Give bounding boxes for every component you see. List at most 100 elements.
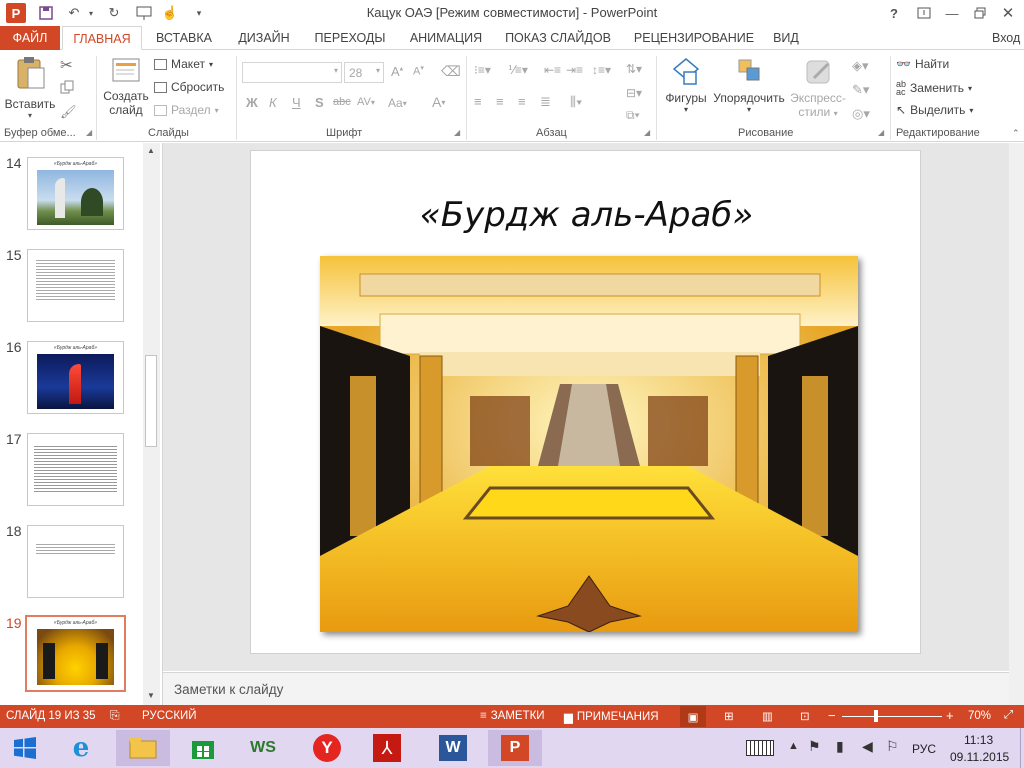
shape-effects-icon[interactable]: ◎▾: [852, 106, 870, 122]
tab-file[interactable]: ФАЙЛ: [0, 26, 60, 50]
notes-toggle[interactable]: ≡ ЗАМЕТКИ: [480, 710, 545, 722]
shadow-button[interactable]: S: [315, 95, 324, 110]
layout-button[interactable]: Макет ▾: [154, 57, 213, 71]
quick-styles-button[interactable]: Экспресс- стили ▾: [788, 56, 848, 122]
tab-animation[interactable]: АНИМАЦИЯ: [402, 26, 490, 50]
slide-title[interactable]: «Бурдж аль-Араб»: [251, 195, 922, 235]
internet-explorer-icon[interactable]: e: [58, 730, 104, 766]
show-desktop-button[interactable]: [1020, 728, 1024, 768]
justify-icon[interactable]: ≣: [540, 94, 551, 110]
columns-icon[interactable]: ⫼▾: [570, 94, 582, 110]
arrange-button[interactable]: Упорядочить ▾: [712, 56, 786, 122]
paste-button[interactable]: Вставить ▾: [4, 56, 56, 120]
thumbnails-scrollbar[interactable]: ▲ ▼: [143, 143, 160, 705]
yandex-browser-icon[interactable]: Y: [304, 730, 350, 766]
wps-writer-icon[interactable]: WS: [240, 730, 286, 766]
word-icon[interactable]: W: [430, 730, 476, 766]
show-hidden-icons[interactable]: ▲: [788, 740, 799, 752]
touch-keyboard-icon[interactable]: [746, 740, 774, 756]
find-button[interactable]: 👓 Найти: [896, 57, 949, 71]
restore-icon[interactable]: [970, 3, 990, 23]
slide-thumbnail-18[interactable]: [27, 525, 124, 598]
slide-sorter-icon[interactable]: ⊞: [724, 709, 734, 723]
italic-button[interactable]: К: [269, 95, 277, 110]
change-case-button[interactable]: Aa ▾: [388, 96, 407, 110]
tab-view[interactable]: ВИД: [768, 26, 804, 50]
zoom-out-icon[interactable]: −: [828, 708, 836, 723]
format-painter-icon[interactable]: 🖌: [60, 104, 77, 120]
increase-font-icon[interactable]: A▴: [391, 64, 403, 79]
reading-view-icon[interactable]: ▥: [762, 709, 773, 723]
clipboard-launcher-icon[interactable]: ◢: [86, 128, 92, 137]
comments-toggle[interactable]: ▆ ПРИМЕЧАНИЯ: [564, 710, 659, 724]
align-text-icon[interactable]: ⊟▾: [626, 86, 642, 100]
network-icon[interactable]: ▮: [836, 738, 844, 755]
shape-fill-icon[interactable]: ◈▾: [852, 58, 869, 74]
language-indicator[interactable]: РУССКИЙ: [142, 710, 197, 722]
align-right-icon[interactable]: ≡: [518, 94, 526, 109]
bullets-icon[interactable]: ⁝≡▾: [474, 63, 491, 77]
align-left-icon[interactable]: ≡: [474, 94, 482, 109]
ribbon-display-options-icon[interactable]: [914, 3, 934, 23]
store-icon[interactable]: [180, 730, 226, 766]
cut-icon[interactable]: ✂: [60, 56, 73, 74]
tab-insert[interactable]: ВСТАВКА: [150, 26, 218, 50]
scroll-down-icon[interactable]: ▼: [147, 691, 155, 700]
spell-check-icon[interactable]: ⎘: [110, 708, 120, 723]
powerpoint-taskbar-icon[interactable]: P: [488, 730, 542, 766]
notes-pane[interactable]: Заметки к слайду: [163, 672, 1009, 705]
slide-thumbnail-17[interactable]: [27, 433, 124, 506]
minimize-icon[interactable]: —: [942, 3, 962, 23]
zoom-slider-thumb[interactable]: [874, 710, 878, 722]
sign-in-link[interactable]: Вход: [992, 26, 1024, 50]
font-launcher-icon[interactable]: ◢: [454, 128, 460, 137]
slideshow-view-icon[interactable]: ⊡: [800, 709, 810, 723]
fit-to-window-icon[interactable]: ⤢: [1004, 709, 1013, 722]
slide-picture[interactable]: [320, 256, 858, 632]
shape-outline-icon[interactable]: ✎▾: [852, 82, 869, 98]
line-spacing-icon[interactable]: ↕≡▾: [592, 63, 611, 77]
current-slide[interactable]: «Бурдж аль-Араб»: [250, 150, 921, 654]
file-explorer-icon[interactable]: [116, 730, 170, 766]
action-center-icon[interactable]: ⚑: [808, 738, 821, 755]
zoom-level[interactable]: 70%: [968, 710, 991, 722]
drawing-launcher-icon[interactable]: ◢: [878, 128, 884, 137]
flag-icon[interactable]: ⚐: [886, 738, 899, 755]
strikethrough-button[interactable]: abc: [333, 96, 351, 108]
zoom-slider[interactable]: [842, 710, 942, 722]
decrease-indent-icon[interactable]: ⇤≡: [544, 63, 561, 77]
start-button[interactable]: [2, 730, 48, 766]
scroll-up-icon[interactable]: ▲: [147, 146, 155, 155]
replace-button[interactable]: ab ac Заменить ▾: [896, 80, 972, 97]
zoom-in-icon[interactable]: +: [946, 708, 954, 723]
help-icon[interactable]: ?: [884, 3, 904, 23]
char-spacing-button[interactable]: AV ▾: [357, 96, 375, 108]
collapse-ribbon-icon[interactable]: ⌃: [1012, 128, 1020, 139]
close-icon[interactable]: ✕: [998, 3, 1018, 23]
volume-icon[interactable]: ◀: [862, 738, 873, 755]
paragraph-launcher-icon[interactable]: ◢: [644, 128, 650, 137]
shapes-button[interactable]: Фигуры ▾: [662, 56, 710, 122]
copy-icon[interactable]: [60, 80, 74, 97]
slide-thumbnail-16[interactable]: «Бурдж аль-Араб»: [27, 341, 124, 414]
slide-thumbnail-19[interactable]: «Бурдж аль-Араб»: [25, 615, 126, 692]
tab-transitions[interactable]: ПЕРЕХОДЫ: [310, 26, 390, 50]
tab-design[interactable]: ДИЗАЙН: [230, 26, 298, 50]
new-slide-button[interactable]: Создать слайд: [102, 56, 150, 122]
reset-button[interactable]: Сбросить: [154, 80, 224, 94]
underline-button[interactable]: Ч: [292, 95, 301, 110]
input-language[interactable]: РУС: [912, 742, 936, 756]
clock-date[interactable]: 09.11.2015: [950, 750, 1009, 764]
clear-formatting-icon[interactable]: ⌫: [441, 63, 461, 80]
scrollbar-thumb[interactable]: [145, 355, 157, 447]
normal-view-icon[interactable]: ▣: [680, 706, 706, 727]
increase-indent-icon[interactable]: ⇥≡: [566, 63, 583, 77]
tab-home[interactable]: ГЛАВНАЯ: [62, 26, 142, 50]
slide-thumbnail-14[interactable]: «Бурдж аль-Араб»: [27, 157, 124, 230]
tab-slideshow[interactable]: ПОКАЗ СЛАЙДОВ: [500, 26, 616, 50]
font-size-combobox[interactable]: 28 ▾: [344, 62, 384, 83]
smartart-icon[interactable]: ⧉▾: [626, 108, 640, 123]
pdf-reader-icon[interactable]: ⅄: [364, 730, 410, 766]
numbering-icon[interactable]: ⅟≡▾: [508, 63, 528, 77]
section-button[interactable]: Раздел ▾: [154, 103, 219, 117]
